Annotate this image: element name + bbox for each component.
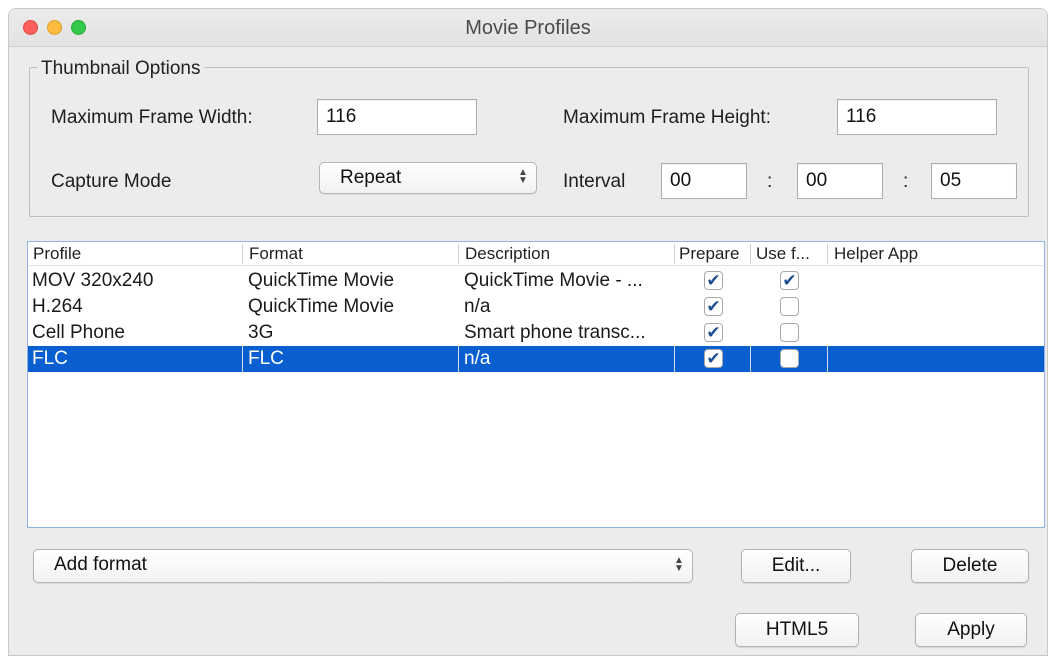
table-row[interactable]: H.264 QuickTime Movie n/a ✔ (28, 294, 1044, 320)
edit-button[interactable]: Edit... (741, 549, 851, 583)
capture-mode-label: Capture Mode (51, 171, 172, 192)
table-row[interactable]: Cell Phone 3G Smart phone transc... ✔ (28, 320, 1044, 346)
prepare-checkbox[interactable]: ✔ (704, 297, 723, 316)
prepare-checkbox[interactable]: ✔ (704, 349, 723, 368)
column-header-profile[interactable]: Profile (28, 242, 242, 266)
cell-helper-app (829, 268, 1029, 294)
html5-button[interactable]: HTML5 (735, 613, 859, 647)
interval-separator: : (767, 171, 773, 192)
cell-description: n/a (464, 296, 491, 317)
movie-profiles-window: Movie Profiles Thumbnail Options Maximum… (8, 8, 1048, 656)
cell-profile: FLC (32, 348, 68, 369)
updown-arrows-icon: ▲ ▼ (518, 167, 528, 186)
cell-helper-app (829, 346, 1029, 372)
interval-minutes-input[interactable] (797, 163, 883, 199)
thumbnail-options-label: Thumbnail Options (37, 58, 205, 80)
cell-format: QuickTime Movie (248, 296, 395, 317)
cell-format: 3G (248, 322, 274, 343)
apply-button[interactable]: Apply (915, 613, 1027, 647)
cell-description: Smart phone transc... (464, 322, 646, 343)
cell-helper-app (829, 294, 1029, 320)
use-checkbox[interactable] (780, 323, 799, 342)
cell-divider (827, 346, 828, 372)
cell-format: QuickTime Movie (248, 270, 395, 291)
column-divider[interactable] (242, 244, 243, 264)
interval-hours-input[interactable] (661, 163, 747, 199)
column-header-helper-app[interactable]: Helper App (829, 242, 1029, 266)
cell-divider (674, 346, 675, 372)
column-header-use[interactable]: Use f... (751, 242, 827, 266)
cell-profile: MOV 320x240 (32, 270, 154, 291)
interval-label: Interval (563, 171, 626, 192)
max-frame-height-label: Maximum Frame Height: (563, 107, 771, 128)
max-frame-width-label: Maximum Frame Width: (51, 107, 253, 128)
column-header-prepare[interactable]: Prepare (674, 242, 750, 266)
interval-seconds-input[interactable] (931, 163, 1017, 199)
cell-divider (458, 346, 459, 372)
cell-description: QuickTime Movie - ... (464, 270, 643, 291)
title-bar[interactable]: Movie Profiles (9, 9, 1047, 47)
prepare-checkbox[interactable]: ✔ (704, 271, 723, 290)
use-checkbox[interactable] (780, 349, 799, 368)
table-row-selected[interactable]: FLC FLC n/a ✔ (28, 346, 1044, 372)
table-row[interactable]: MOV 320x240 QuickTime Movie QuickTime Mo… (28, 268, 1044, 294)
cell-format: FLC (248, 348, 284, 369)
profiles-table[interactable]: Profile Format Description Prepare Use f… (27, 241, 1045, 528)
column-header-format[interactable]: Format (244, 242, 458, 266)
delete-button[interactable]: Delete (911, 549, 1029, 583)
interval-separator: : (903, 171, 909, 192)
updown-arrows-icon: ▲ ▼ (674, 555, 684, 574)
cell-description: n/a (464, 348, 491, 369)
add-format-label: Add format (54, 554, 147, 575)
cell-profile: H.264 (32, 296, 83, 317)
table-header: Profile Format Description Prepare Use f… (28, 242, 1044, 266)
capture-mode-value: Repeat (340, 167, 402, 188)
use-checkbox[interactable] (780, 297, 799, 316)
cell-divider (242, 346, 243, 372)
cell-divider (750, 346, 751, 372)
max-frame-width-input[interactable] (317, 99, 477, 135)
column-header-description[interactable]: Description (460, 242, 674, 266)
capture-mode-select[interactable]: Repeat ▲ ▼ (319, 162, 537, 194)
use-checkbox[interactable]: ✔ (780, 271, 799, 290)
prepare-checkbox[interactable]: ✔ (704, 323, 723, 342)
window-title: Movie Profiles (465, 17, 591, 39)
cell-helper-app (829, 320, 1029, 346)
max-frame-height-input[interactable] (837, 99, 997, 135)
cell-profile: Cell Phone (32, 322, 125, 343)
add-format-select[interactable]: Add format ▲ ▼ (33, 549, 693, 583)
column-divider[interactable] (458, 244, 459, 264)
column-divider[interactable] (827, 244, 828, 264)
